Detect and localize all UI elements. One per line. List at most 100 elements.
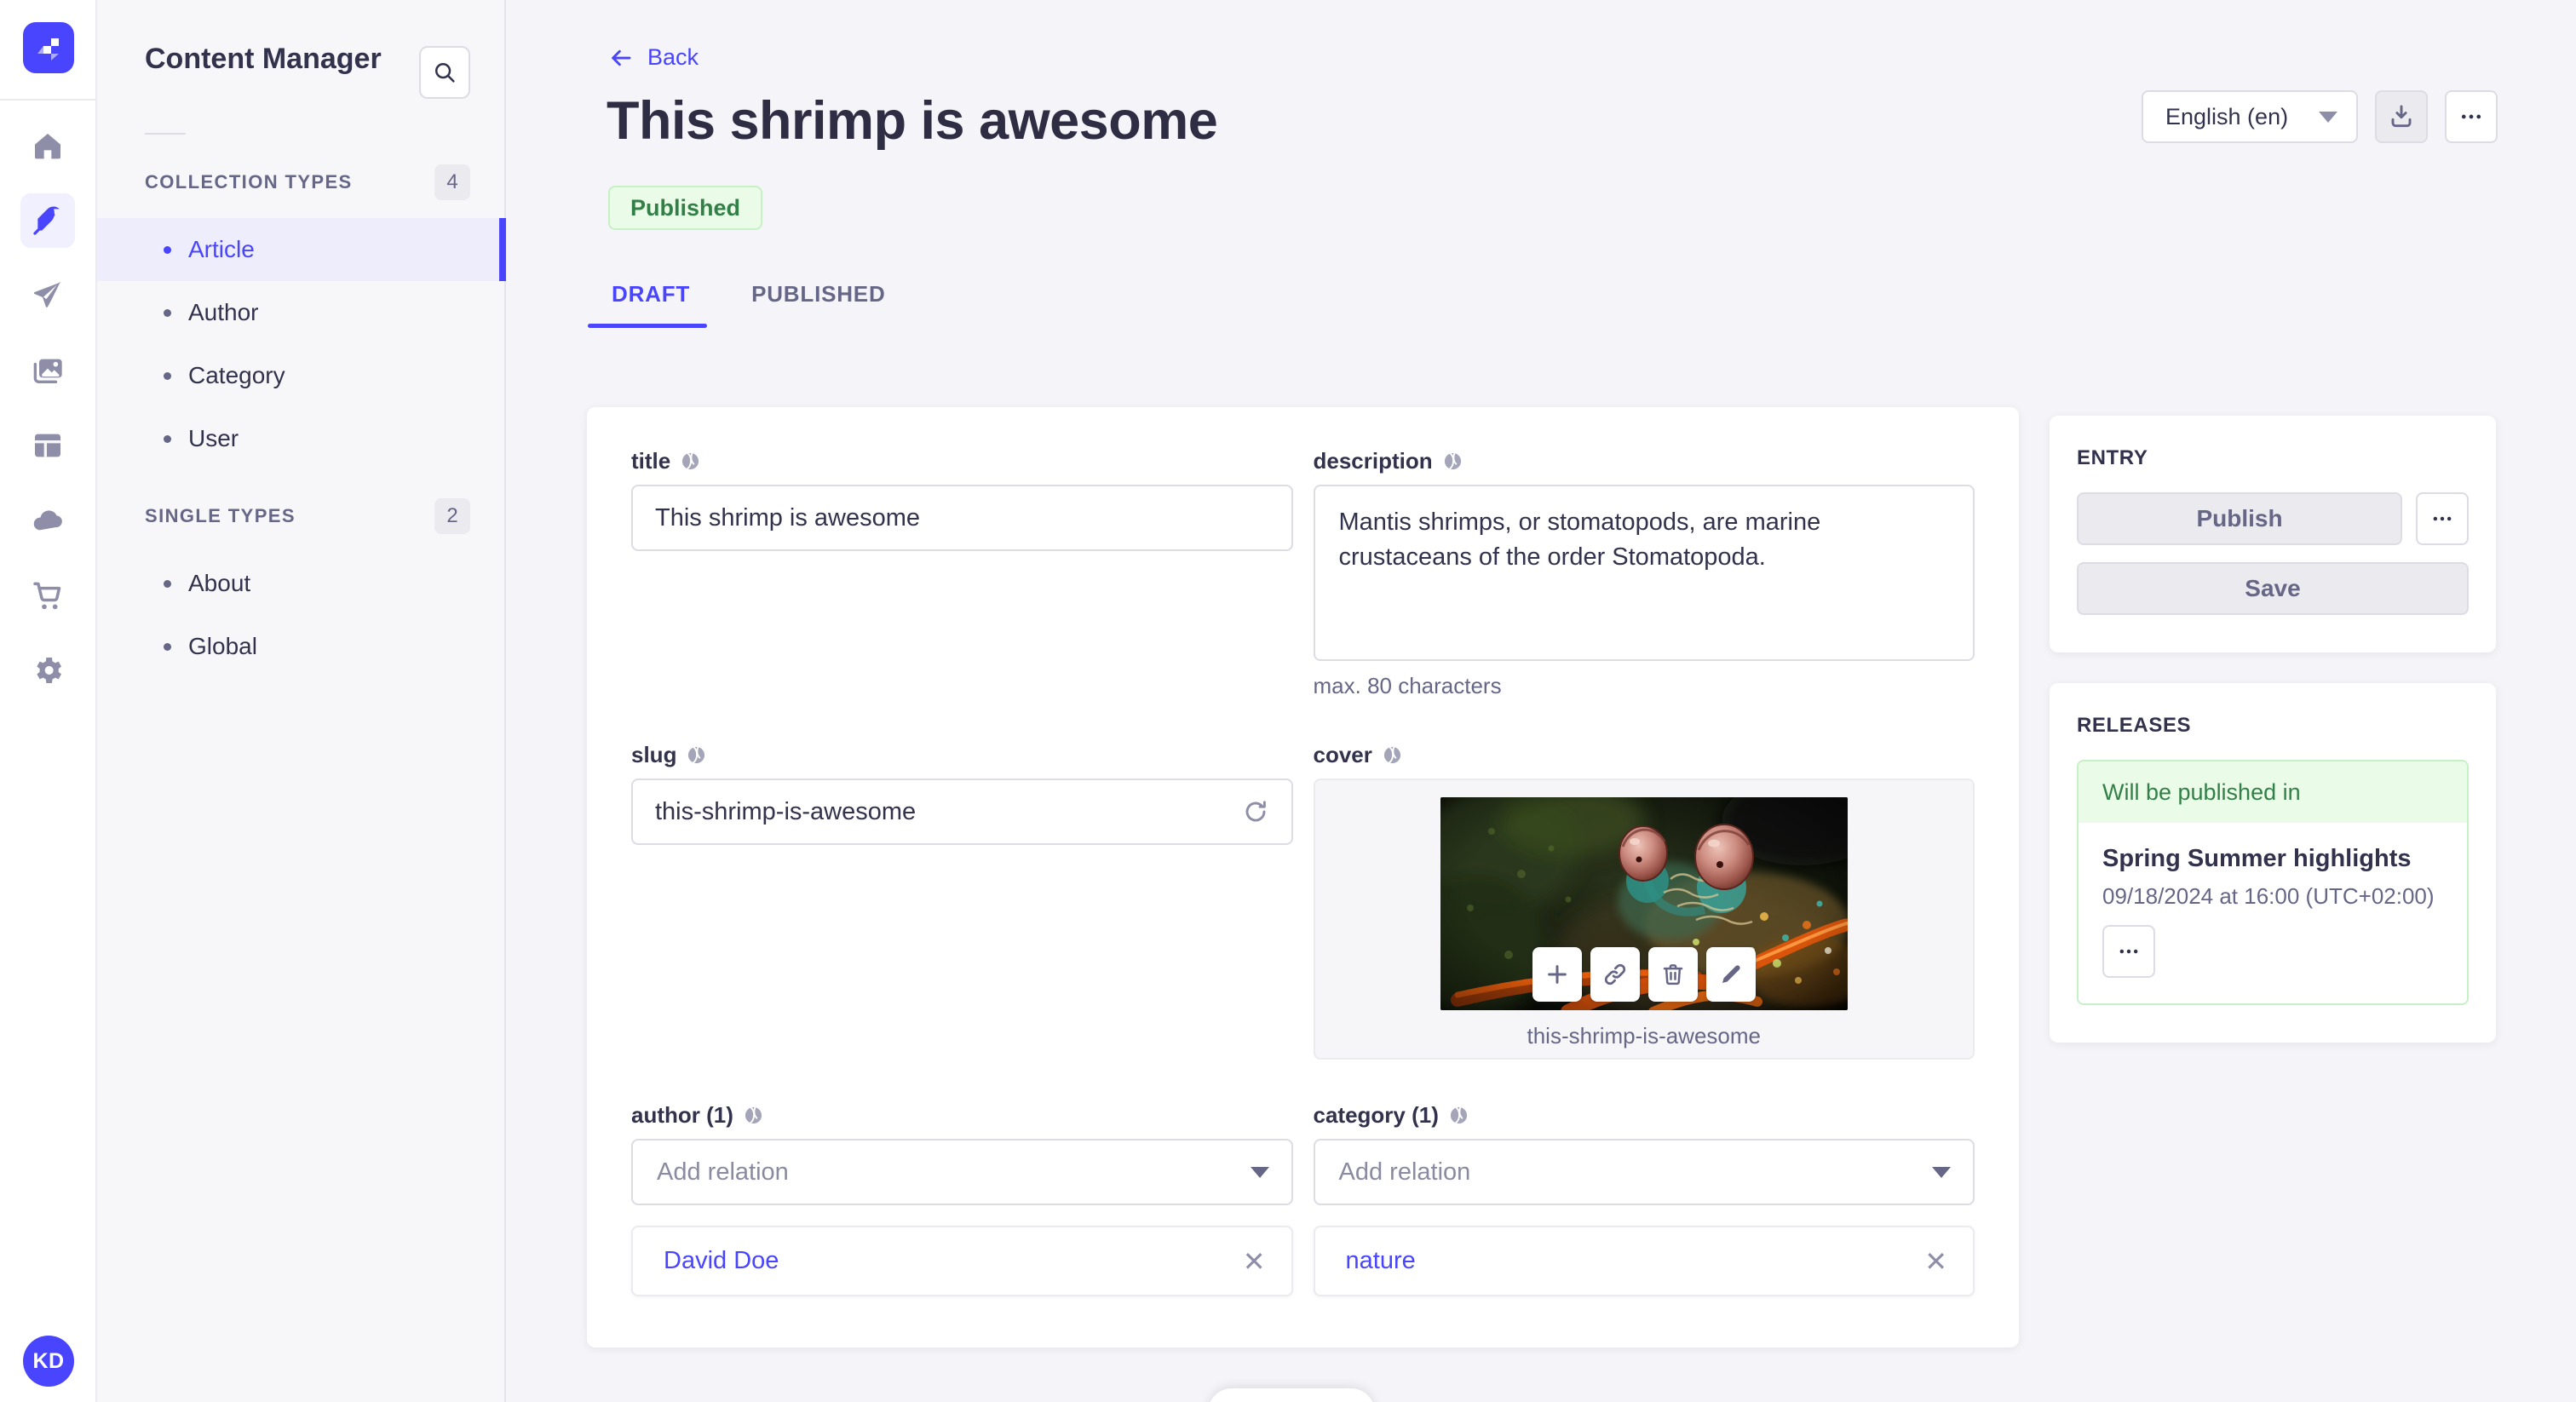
release-title: Spring Summer highlights — [2102, 845, 2412, 872]
field-slug: slug this-shrimp-is-awesome — [631, 742, 1293, 1060]
slug-input[interactable]: this-shrimp-is-awesome — [631, 779, 1293, 845]
refresh-icon[interactable] — [1242, 798, 1269, 825]
download-button[interactable] — [2375, 90, 2428, 143]
back-link[interactable]: Back — [608, 44, 699, 71]
cover-filename: this-shrimp-is-awesome — [1527, 1023, 1762, 1049]
globe-icon — [1383, 745, 1402, 765]
category-relation-link[interactable]: nature — [1346, 1247, 1416, 1275]
locale-select[interactable]: English (en) — [2142, 90, 2358, 143]
sidebar-item-cloud[interactable] — [20, 493, 75, 548]
gear-icon — [31, 653, 65, 687]
releases-panel: RELEASES Will be published in Spring Sum… — [2050, 683, 2496, 1043]
chevron-down-icon — [1932, 1166, 1951, 1178]
section-single-types: SINGLE TYPES 2 — [97, 492, 504, 540]
feather-icon — [31, 204, 65, 238]
sidebar-item-settings[interactable] — [20, 643, 75, 698]
link-icon — [1602, 962, 1628, 987]
publish-button[interactable]: Publish — [2077, 492, 2402, 545]
section-label: SINGLE TYPES — [145, 505, 296, 526]
sidebar-item-article[interactable]: Article — [97, 218, 506, 281]
strapi-logo[interactable] — [23, 22, 74, 73]
globe-icon — [1449, 1106, 1469, 1125]
sidebar-item-user[interactable]: User — [97, 407, 504, 470]
author-relation-item: David Doe ✕ — [631, 1226, 1293, 1296]
sidebar-item-media-library[interactable] — [20, 343, 75, 398]
subnav: Content Manager COLLECTION TYPES 4 Artic… — [97, 0, 506, 1402]
paper-plane-icon — [31, 279, 65, 313]
entry-more-button[interactable] — [2416, 492, 2469, 545]
category-relation-select[interactable]: Add relation — [1313, 1139, 1975, 1205]
bullet-icon — [164, 371, 171, 380]
sidebar-item-about[interactable]: About — [97, 552, 504, 615]
sidebar-item-global[interactable]: Global — [97, 615, 504, 678]
pencil-icon — [1718, 962, 1744, 987]
section-count-badge: 4 — [434, 164, 470, 200]
author-relation-select[interactable]: Add relation — [631, 1139, 1293, 1205]
plus-icon — [1544, 962, 1570, 987]
tab-published[interactable]: PUBLISHED — [751, 281, 885, 307]
sidebar-item-home[interactable] — [20, 118, 75, 173]
release-date: 09/18/2024 at 16:00 (UTC+02:00) — [2102, 883, 2435, 909]
chevron-down-icon — [1250, 1166, 1269, 1178]
category-relation-item: nature ✕ — [1313, 1226, 1975, 1296]
cover-add-button[interactable] — [1532, 947, 1582, 1002]
description-textarea[interactable]: Mantis shrimps, or stomatopods, are mari… — [1313, 485, 1975, 661]
title-input[interactable]: This shrimp is awesome — [631, 485, 1293, 551]
field-description-label: description — [1313, 448, 1433, 474]
back-label: Back — [647, 44, 699, 70]
sidebar-item-author[interactable]: Author — [97, 281, 504, 344]
field-category-label: category (1) — [1313, 1102, 1439, 1128]
cover-delete-button[interactable] — [1647, 947, 1698, 1002]
avatar[interactable]: KD — [23, 1336, 74, 1387]
field-slug-label: slug — [631, 742, 677, 767]
nav-item-label: Category — [188, 362, 285, 388]
cloud-icon — [31, 503, 65, 537]
description-value: Mantis shrimps, or stomatopods, are mari… — [1338, 509, 1821, 571]
field-author: author (1) Add relation David Doe ✕ — [631, 1102, 1293, 1296]
close-icon[interactable]: ✕ — [1243, 1248, 1266, 1275]
bullet-icon — [164, 308, 171, 317]
tab-active-underline — [588, 324, 707, 328]
close-icon[interactable]: ✕ — [1924, 1248, 1947, 1275]
cover-edit-button[interactable] — [1705, 947, 1756, 1002]
release-status: Will be published in — [2079, 761, 2467, 823]
globe-icon — [681, 451, 700, 471]
edit-form-card: title This shrimp is awesome description — [587, 407, 2019, 1347]
globe-icon — [744, 1106, 763, 1125]
subnav-title: Content Manager — [145, 43, 382, 75]
cover-copy-link-button[interactable] — [1590, 947, 1640, 1002]
header-more-button[interactable] — [2445, 90, 2498, 143]
tab-draft[interactable]: DRAFT — [612, 281, 690, 307]
field-category: category (1) Add relation nature ✕ — [1313, 1102, 1975, 1296]
sidebar-item-releases[interactable] — [20, 268, 75, 323]
ellipsis-icon — [2117, 939, 2141, 963]
author-relation-link[interactable]: David Doe — [664, 1247, 779, 1275]
sidebar-item-content-manager[interactable] — [20, 193, 75, 248]
section-collection-types: COLLECTION TYPES 4 — [97, 158, 504, 206]
author-relation-placeholder: Add relation — [657, 1158, 789, 1186]
search-button[interactable] — [419, 46, 470, 99]
rail-divider — [0, 99, 95, 101]
sidebar-item-marketplace[interactable] — [20, 568, 75, 623]
slug-input-value: this-shrimp-is-awesome — [655, 797, 917, 825]
floating-widget[interactable] — [1208, 1388, 1375, 1402]
save-button[interactable]: Save — [2077, 562, 2469, 615]
sidebar-item-category[interactable]: Category — [97, 344, 504, 407]
images-icon — [31, 353, 65, 388]
release-more-button[interactable] — [2102, 925, 2155, 978]
nav-item-label: About — [188, 570, 251, 596]
globe-icon — [687, 745, 706, 765]
section-label: COLLECTION TYPES — [145, 171, 353, 192]
nav-rail: KD — [0, 0, 97, 1402]
bullet-icon — [164, 245, 171, 254]
field-title: title This shrimp is awesome — [631, 448, 1293, 699]
sidebar-item-content-type-builder[interactable] — [20, 418, 75, 473]
trash-icon — [1660, 962, 1686, 987]
status-badge: Published — [608, 186, 763, 230]
field-cover-label: cover — [1313, 742, 1372, 767]
ellipsis-icon — [2458, 104, 2484, 129]
subnav-divider — [145, 133, 186, 135]
field-author-label: author (1) — [631, 1102, 733, 1128]
field-title-label: title — [631, 448, 671, 474]
title-input-value: This shrimp is awesome — [655, 503, 921, 531]
